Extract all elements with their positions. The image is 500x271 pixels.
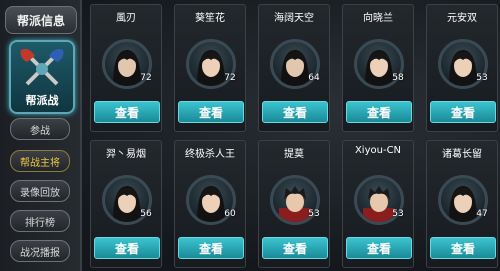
player-card: 元安双 53 查看	[426, 4, 498, 132]
player-level: 64	[308, 73, 320, 83]
player-card: 诸葛长留 47 查看	[426, 140, 498, 268]
view-button[interactable]: 查看	[94, 101, 160, 123]
player-card: 终极杀人王 60 查看	[174, 140, 246, 268]
player-card: Xiyou-CN 53 查看	[342, 140, 414, 268]
replay-button[interactable]: 录像回放	[10, 180, 70, 202]
player-card: 向晓兰 58 查看	[342, 4, 414, 132]
player-card: 葵笙花 72 查看	[174, 4, 246, 132]
view-button[interactable]: 查看	[178, 101, 244, 123]
player-level: 58	[392, 73, 404, 83]
player-name: 向晓兰	[363, 13, 393, 24]
player-card: 提莫 53 查看	[258, 140, 330, 268]
view-button[interactable]: 查看	[346, 101, 412, 123]
view-button[interactable]: 查看	[94, 237, 160, 259]
player-level: 53	[392, 209, 404, 219]
player-name: 葵笙花	[195, 13, 225, 24]
player-name: 诸葛长留	[442, 149, 482, 160]
crossed-axes-icon	[20, 48, 64, 86]
view-button[interactable]: 查看	[262, 101, 328, 123]
guild-info-button[interactable]: 帮派信息	[5, 6, 77, 34]
guild-war-emblem-button[interactable]: 帮派战	[9, 40, 75, 114]
view-button[interactable]: 查看	[178, 237, 244, 259]
player-card: 風刃 72 查看	[90, 4, 162, 132]
guild-war-label: 帮派战	[25, 94, 59, 107]
player-card: 海阔天空 64 查看	[258, 4, 330, 132]
player-name: 元安双	[447, 13, 477, 24]
player-level: 56	[140, 209, 152, 219]
war-commander-button[interactable]: 帮战主将	[10, 150, 70, 172]
player-name: 風刃	[116, 13, 136, 24]
player-name: 羿丶易烟	[106, 149, 146, 160]
commander-grid: 風刃 72 查看 葵笙花 72 查看 海阔天空 64 查看 向晓兰 58 查看 …	[90, 4, 498, 268]
player-level: 53	[476, 73, 488, 83]
player-name: 终极杀人王	[185, 149, 235, 160]
player-name: 海阔天空	[274, 13, 314, 24]
join-war-button[interactable]: 参战	[10, 118, 70, 140]
view-button[interactable]: 查看	[262, 237, 328, 259]
player-name: Xiyou-CN	[354, 145, 402, 156]
player-card: 羿丶易烟 56 查看	[90, 140, 162, 268]
sidebar: 帮派信息 帮派战 参战 帮战主将 录像回放 排行榜 战况播报	[0, 0, 82, 271]
view-button[interactable]: 查看	[430, 101, 496, 123]
game-window: 帮派信息 帮派战 参战 帮战主将 录像回放 排行榜 战况播报 風刃 72 查看	[0, 0, 500, 271]
player-level: 47	[476, 209, 488, 219]
player-level: 60	[224, 209, 236, 219]
player-level: 72	[224, 73, 236, 83]
view-button[interactable]: 查看	[430, 237, 496, 259]
battle-report-button[interactable]: 战况播报	[10, 240, 70, 262]
player-level: 53	[308, 209, 320, 219]
player-level: 72	[140, 73, 152, 83]
view-button[interactable]: 查看	[346, 237, 412, 259]
player-name: 提莫	[284, 149, 304, 160]
leaderboard-button[interactable]: 排行榜	[10, 210, 70, 232]
